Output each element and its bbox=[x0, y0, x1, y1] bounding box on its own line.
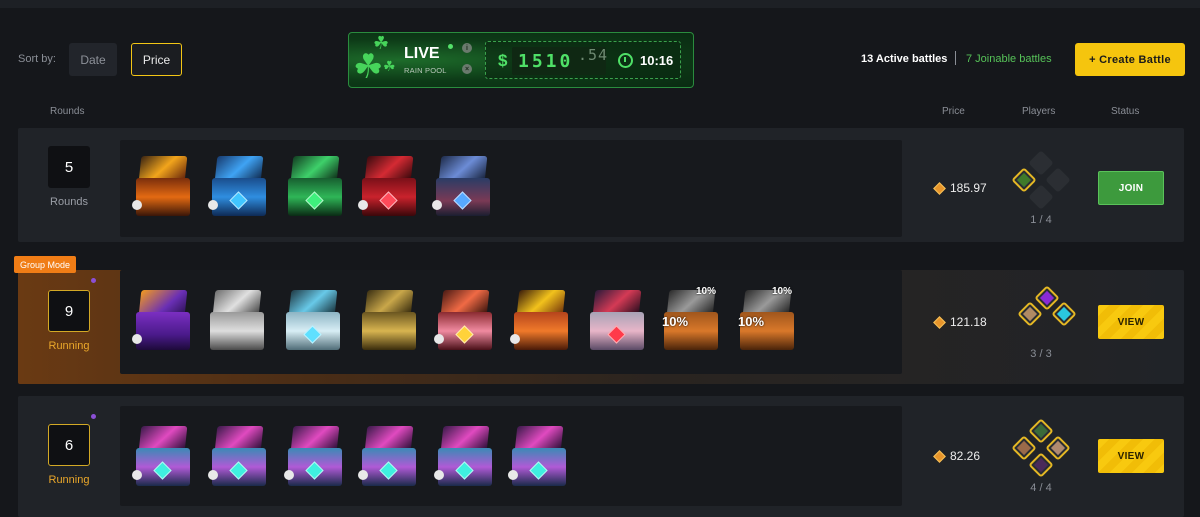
column-header-players: Players bbox=[1022, 106, 1056, 117]
case-image bbox=[284, 424, 344, 492]
case-strip bbox=[120, 406, 902, 506]
round-label: Running bbox=[48, 474, 90, 486]
join-button[interactable]: JOIN bbox=[1098, 171, 1164, 205]
player-avatar[interactable] bbox=[1028, 452, 1054, 478]
player-slots bbox=[1011, 150, 1071, 210]
sort-price-button[interactable]: Price bbox=[131, 43, 182, 76]
empty-player-slot[interactable] bbox=[1045, 167, 1071, 193]
discount-tag: 10% bbox=[696, 286, 717, 297]
amount-main: 1510 bbox=[518, 51, 574, 72]
top-strip bbox=[0, 0, 1200, 8]
view-button[interactable]: VIEW bbox=[1098, 305, 1164, 339]
case-image bbox=[286, 154, 344, 222]
battle-row[interactable]: 5 Rounds 185.97 1 / 4 JOIN bbox=[18, 128, 1184, 242]
view-button[interactable]: VIEW bbox=[1098, 439, 1164, 473]
case-image bbox=[132, 288, 192, 356]
case-image bbox=[358, 154, 418, 222]
case-image bbox=[510, 288, 570, 356]
case-image bbox=[132, 154, 192, 222]
case-image bbox=[434, 424, 494, 492]
case-strip: 10% 10% 10% 10% bbox=[120, 270, 902, 374]
case-image bbox=[208, 154, 268, 222]
group-mode-badge: Group Mode bbox=[14, 256, 77, 273]
player-count: 1 / 4 bbox=[1030, 214, 1052, 226]
divider bbox=[955, 51, 956, 65]
round-label: Rounds bbox=[50, 196, 88, 208]
round-count: 9 bbox=[48, 290, 90, 332]
active-battles-count: 13 Active battles bbox=[861, 53, 948, 65]
player-avatar[interactable] bbox=[1011, 167, 1037, 193]
case-image bbox=[434, 288, 494, 356]
price-value: 185.97 bbox=[950, 181, 987, 195]
round-label: Running bbox=[48, 340, 90, 352]
player-avatar[interactable] bbox=[1034, 285, 1060, 311]
empty-player-slot[interactable] bbox=[1028, 184, 1054, 210]
discount-tag: 10% bbox=[738, 314, 765, 329]
price-value: 82.26 bbox=[950, 449, 981, 463]
amount-cents: .54 bbox=[578, 46, 609, 64]
rain-pool-amount: 1510 .54 bbox=[512, 46, 609, 75]
sort-date-button[interactable]: Date bbox=[69, 43, 117, 76]
column-header-status: Status bbox=[1111, 106, 1140, 117]
coin-icon bbox=[933, 181, 946, 195]
live-label: LIVE bbox=[404, 45, 440, 62]
battle-price: 185.97 bbox=[933, 181, 987, 195]
empty-player-slot[interactable] bbox=[1028, 150, 1054, 176]
case-image bbox=[284, 288, 342, 356]
case-image bbox=[358, 424, 418, 492]
create-battle-button[interactable]: + Create Battle bbox=[1075, 43, 1185, 76]
joinable-battles-link[interactable]: 7 Joinable battles bbox=[966, 53, 1052, 65]
case-image bbox=[208, 288, 266, 356]
clover-icon: ☘ bbox=[373, 33, 390, 54]
case-image: 10% 10% bbox=[662, 286, 720, 356]
coin-icon bbox=[933, 315, 946, 329]
coin-icon bbox=[933, 449, 946, 463]
column-header-price: Price bbox=[942, 106, 965, 117]
column-header-rounds: Rounds bbox=[50, 106, 85, 117]
case-image: 10% 10% bbox=[738, 286, 796, 356]
info-icon[interactable]: i bbox=[462, 43, 472, 53]
status-dot bbox=[91, 414, 96, 419]
case-image bbox=[360, 288, 418, 356]
discount-tag: 10% bbox=[662, 314, 689, 329]
dollar-sign: $ bbox=[498, 51, 508, 70]
player-slots bbox=[1011, 285, 1077, 342]
case-image bbox=[588, 288, 646, 356]
player-slots bbox=[1011, 418, 1071, 478]
rain-timer: 10:16 bbox=[640, 53, 674, 68]
battle-row[interactable]: 6 Running 82.26 4 / 4 VIEW bbox=[18, 396, 1184, 517]
player-count: 3 / 3 bbox=[1030, 348, 1052, 360]
round-count: 5 bbox=[48, 146, 90, 188]
player-avatar[interactable] bbox=[1028, 418, 1054, 444]
clover-icon: ☘ bbox=[383, 59, 396, 75]
stopwatch-icon bbox=[618, 53, 633, 68]
case-image bbox=[432, 154, 492, 222]
player-count: 4 / 4 bbox=[1030, 482, 1052, 494]
round-count: 6 bbox=[48, 424, 90, 466]
case-image bbox=[208, 424, 268, 492]
battle-price: 121.18 bbox=[933, 315, 987, 329]
live-indicator-dot bbox=[448, 44, 453, 49]
rain-pool-panel[interactable]: ☘ ☘ ☘ LIVE RAIN POOL i × $ 1510 .54 10:1… bbox=[348, 32, 694, 88]
player-avatar[interactable] bbox=[1017, 301, 1043, 327]
player-avatar[interactable] bbox=[1011, 435, 1037, 461]
battle-row[interactable]: 9 Running 10% 10% 10% 10% 121.18 3 / 3 V… bbox=[18, 270, 1184, 384]
price-value: 121.18 bbox=[950, 315, 987, 329]
discount-tag: 10% bbox=[772, 286, 793, 297]
player-avatar[interactable] bbox=[1045, 435, 1071, 461]
status-dot bbox=[91, 278, 96, 283]
case-strip bbox=[120, 140, 902, 237]
case-image bbox=[508, 424, 568, 492]
close-icon[interactable]: × bbox=[462, 64, 472, 74]
rain-pool-label: RAIN POOL bbox=[404, 66, 447, 75]
battle-price: 82.26 bbox=[933, 449, 981, 463]
rain-pool-amount-box: $ 1510 .54 10:16 bbox=[485, 41, 681, 79]
player-avatar[interactable] bbox=[1051, 301, 1077, 327]
case-image bbox=[132, 424, 192, 492]
sort-label: Sort by: bbox=[18, 53, 56, 65]
